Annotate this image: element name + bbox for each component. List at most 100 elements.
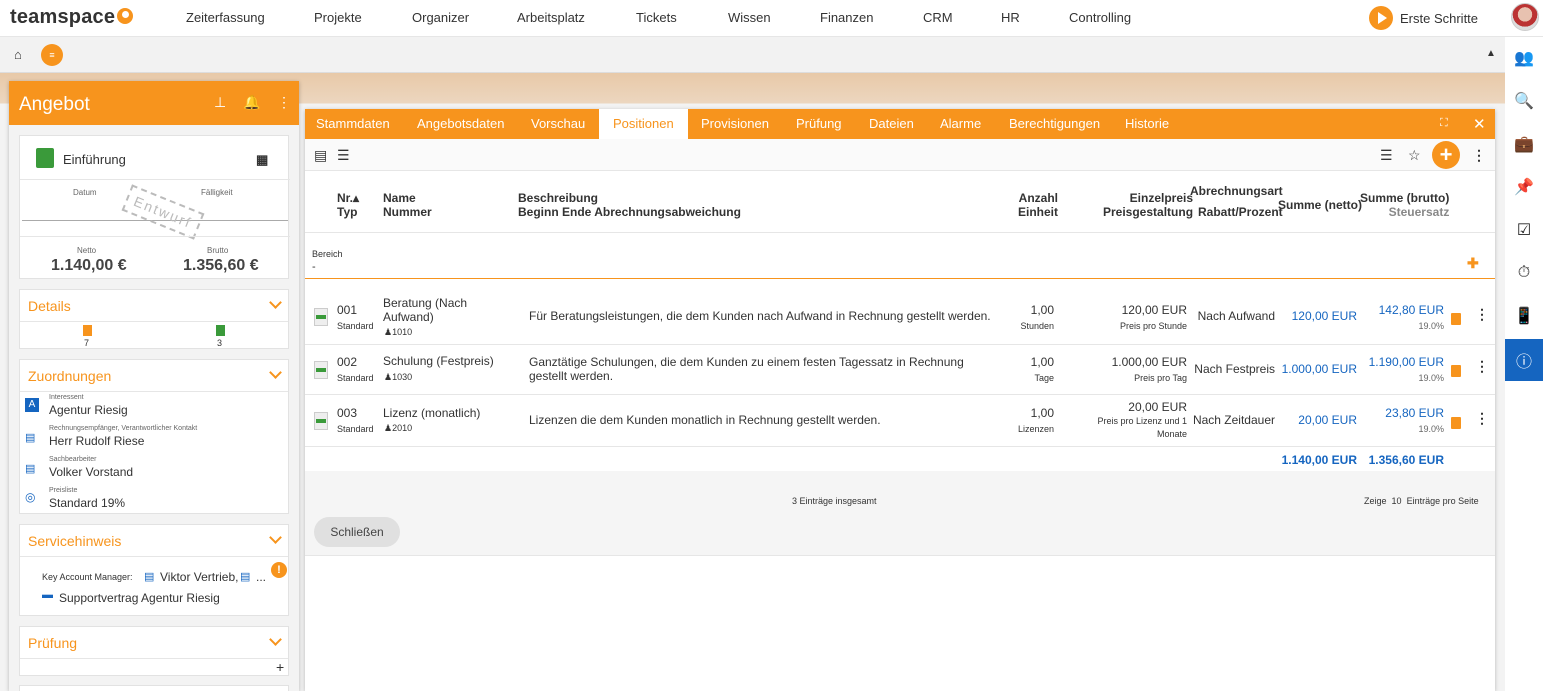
home-icon[interactable]: ⌂ — [14, 47, 22, 62]
row-name[interactable]: Beratung (Nach Aufwand) — [383, 296, 483, 324]
briefcase-icon[interactable]: 💼 — [1505, 123, 1543, 165]
filter-icon[interactable]: ☰ — [1380, 147, 1393, 164]
erste-schritte-button[interactable]: Erste Schritte — [1369, 6, 1478, 30]
kam-value[interactable]: Viktor Vertrieb, — [160, 570, 238, 584]
row-typ: Standard — [337, 321, 374, 331]
tab-historie[interactable]: Historie — [1114, 109, 1180, 139]
tab-pruefung[interactable]: Prüfung — [785, 109, 853, 139]
top-navigation: teamspace Zeiterfassung Projekte Organiz… — [0, 0, 1543, 37]
row-steuersatz: 19.0% — [1418, 424, 1444, 434]
col-summe-brutto[interactable]: Summe (brutto) Steuersatz — [1360, 191, 1449, 219]
more-vertical-icon[interactable]: ⋮ — [1472, 147, 1486, 164]
col-beschreibung[interactable]: Beschreibung Beginn Ende Abrechnungsabwei… — [518, 191, 741, 219]
row-summe-netto: 1.000,00 EUR — [1281, 362, 1357, 376]
details-header[interactable]: Details — [20, 290, 288, 322]
tab-stammdaten[interactable]: Stammdaten — [305, 109, 401, 139]
nav-wissen[interactable]: Wissen — [728, 10, 771, 25]
teamspace-logo[interactable]: teamspace — [10, 6, 134, 29]
nav-finanzen[interactable]: Finanzen — [820, 10, 873, 25]
warning-icon[interactable]: ! — [271, 562, 287, 578]
maximize-icon[interactable]: ⛶ — [1440, 117, 1448, 130]
more-vertical-icon[interactable]: ⋮ — [1475, 358, 1489, 375]
zuordnung-value[interactable]: Herr Rudolf Riese — [49, 434, 144, 448]
zuordnung-value[interactable]: Agentur Riesig — [49, 403, 128, 417]
zuordnung-value[interactable]: Volker Vorstand — [49, 465, 133, 479]
table-row[interactable]: 003 Standard Lizenz (monatlich) ♟2010 Li… — [305, 395, 1495, 445]
zuordnung-value[interactable]: Standard 19% — [49, 496, 125, 510]
tab-positionen[interactable]: Positionen — [599, 109, 688, 139]
pruefung-title: Prüfung — [28, 635, 78, 651]
chevron-down-icon[interactable] — [269, 296, 282, 309]
col-anzahl[interactable]: Anzahl Einheit — [1018, 191, 1058, 219]
grid-icon[interactable]: ▦ — [256, 152, 268, 168]
dialog-tabs: Stammdaten Angebotsdaten Vorschau Positi… — [305, 109, 1495, 139]
servicehinweis-card: Servicehinweis ! Key Account Manager: ▤ … — [19, 524, 289, 616]
mobile-icon[interactable]: 📱 — [1505, 295, 1543, 337]
close-icon[interactable]: ✕ — [1473, 115, 1486, 133]
document-green-icon — [216, 325, 225, 336]
kam-more[interactable]: ... — [256, 570, 266, 584]
supportvertrag-link[interactable]: Supportvertrag Agentur Riesig — [59, 591, 220, 605]
tab-angebotsdaten[interactable]: Angebotsdaten — [406, 109, 515, 139]
col-nr[interactable]: Nr.▴ Typ — [337, 191, 359, 219]
pin-icon[interactable]: 📌 — [1505, 166, 1543, 208]
add-position-button[interactable]: + — [1432, 141, 1460, 169]
add-icon[interactable]: + — [276, 659, 284, 675]
user-avatar[interactable] — [1511, 3, 1539, 31]
chevron-down-icon[interactable] — [269, 531, 282, 544]
col-name[interactable]: Name Nummer — [383, 191, 432, 219]
add-area-icon[interactable]: ✚ — [1467, 255, 1479, 272]
chevron-down-icon[interactable] — [269, 633, 282, 646]
tab-provisionen[interactable]: Provisionen — [690, 109, 780, 139]
trash-icon[interactable] — [1451, 365, 1461, 377]
nav-hr[interactable]: HR — [1001, 10, 1020, 25]
row-name[interactable]: Lizenz (monatlich) — [383, 406, 480, 420]
nav-organizer[interactable]: Organizer — [412, 10, 469, 25]
star-icon[interactable]: ☆ — [1408, 147, 1421, 164]
contacts-icon[interactable]: 👥 — [1505, 37, 1543, 79]
bell-icon[interactable]: 🔔 — [243, 94, 260, 111]
more-vertical-icon[interactable]: ⋮ — [1475, 410, 1489, 427]
col-summe-netto[interactable]: Summe (netto) — [1278, 198, 1362, 212]
close-button[interactable]: Schließen — [314, 517, 400, 547]
col-abrechnungsart[interactable]: Abrechnungsart Rabatt/Prozent — [1190, 184, 1283, 219]
nav-controlling[interactable]: Controlling — [1069, 10, 1131, 25]
col-einzelpreis[interactable]: Einzelpreis Preisgestaltung — [1103, 191, 1193, 219]
brutto-label: Brutto — [207, 246, 229, 255]
menu-icon[interactable]: ☰ — [337, 147, 350, 164]
tab-vorschau[interactable]: Vorschau — [520, 109, 596, 139]
collapse-up-icon[interactable]: ▲ — [1486, 48, 1496, 59]
menu-icon[interactable]: ≡ — [41, 44, 63, 66]
more-vertical-icon[interactable]: ⋮ — [1475, 306, 1489, 323]
row-typ: Standard — [337, 424, 374, 434]
tasks-icon[interactable]: ☑ — [1505, 209, 1543, 251]
tab-alarme[interactable]: Alarme — [929, 109, 992, 139]
table-row[interactable]: 002 Standard Schulung (Festpreis) ♟1030 … — [305, 345, 1495, 395]
timer-icon[interactable]: ⏱ — [1505, 252, 1543, 294]
row-name[interactable]: Schulung (Festpreis) — [383, 354, 494, 368]
page-size-select[interactable]: 10 — [1392, 496, 1402, 506]
pin-icon[interactable]: ⊥ — [214, 94, 226, 111]
tab-dateien[interactable]: Dateien — [858, 109, 925, 139]
nav-arbeitsplatz[interactable]: Arbeitsplatz — [517, 10, 585, 25]
pruefung-header[interactable]: Prüfung — [20, 627, 288, 659]
nav-zeiterfassung[interactable]: Zeiterfassung — [186, 10, 265, 25]
tab-berechtigungen[interactable]: Berechtigungen — [998, 109, 1111, 139]
table-row[interactable]: 001 Standard Beratung (Nach Aufwand) ♟10… — [305, 291, 1495, 344]
more-vertical-icon[interactable]: ⋮ — [277, 94, 291, 111]
nav-projekte[interactable]: Projekte — [314, 10, 362, 25]
info-icon[interactable]: ⓘ — [1505, 339, 1543, 381]
nav-tickets[interactable]: Tickets — [636, 10, 677, 25]
search-icon[interactable]: 🔍 — [1505, 80, 1543, 122]
list-view-icon[interactable]: ▤ — [314, 147, 327, 164]
servicehinweis-header[interactable]: Servicehinweis — [20, 525, 288, 557]
nav-crm[interactable]: CRM — [923, 10, 953, 25]
bereich-value[interactable]: - — [312, 261, 316, 273]
row-nr: 001 — [337, 303, 358, 317]
chevron-down-icon[interactable] — [269, 366, 282, 379]
trash-icon[interactable] — [1451, 313, 1461, 325]
page-size-label: Zeige 10 Einträge pro Seite — [1364, 496, 1479, 506]
zuordnungen-header[interactable]: Zuordnungen — [20, 360, 288, 392]
trash-icon[interactable] — [1451, 417, 1461, 429]
document-icon — [314, 361, 328, 379]
